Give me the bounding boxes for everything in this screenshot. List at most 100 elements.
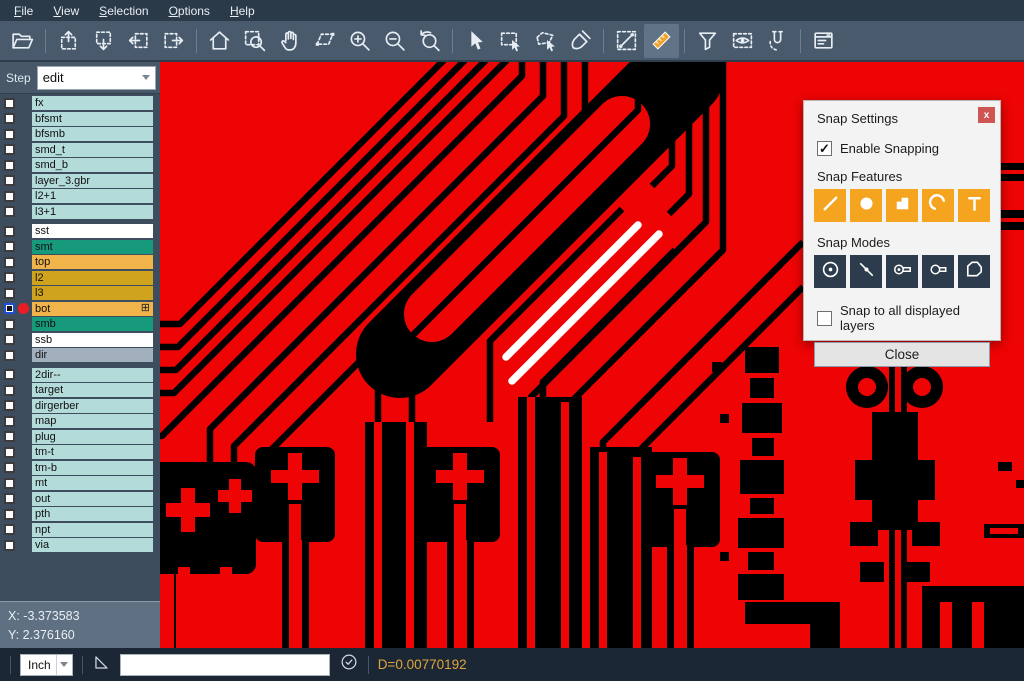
layer-label[interactable]: smd_b [32,158,153,172]
layer-row-l2[interactable]: l2 [0,271,160,285]
menu-view[interactable]: View [43,1,89,20]
step-select[interactable]: edit [37,66,156,90]
layer-row-smt[interactable]: smt [0,240,160,254]
check-circle-icon[interactable] [339,652,359,677]
layer-checkbox[interactable] [4,303,15,314]
layer-label[interactable]: pth [32,507,153,521]
filter-button[interactable] [690,24,725,58]
layer-row-dir[interactable]: dir [0,348,160,362]
layer-row-mt[interactable]: mt [0,476,160,490]
layer-checkbox[interactable] [4,350,15,361]
snap-circle-button[interactable] [850,189,882,222]
select-polygon-button[interactable] [528,24,563,58]
layer-checkbox[interactable] [4,431,15,442]
layer-checkbox[interactable] [4,257,15,268]
menu-selection[interactable]: Selection [89,1,158,20]
pan-right-button[interactable] [156,24,191,58]
layer-row-bot[interactable]: bot⊞ [0,302,160,316]
zoom-polygon-button[interactable] [307,24,342,58]
layer-checkbox[interactable] [4,206,15,217]
layer-checkbox[interactable] [4,241,15,252]
grid-icon[interactable]: ⊞ [141,303,150,314]
close-button[interactable]: Close [814,342,990,367]
layer-label[interactable]: 2dir-- [32,368,153,382]
layer-row-tm-t[interactable]: tm-t [0,445,160,459]
layer-checkbox[interactable] [4,540,15,551]
home-button[interactable] [202,24,237,58]
layer-label[interactable]: smb [32,317,153,331]
snap-button[interactable] [760,24,795,58]
layer-row-top[interactable]: top [0,255,160,269]
layer-label[interactable]: l3 [32,286,153,300]
layer-label[interactable]: out [32,492,153,506]
menu-help[interactable]: Help [220,1,265,20]
layer-checkbox[interactable] [4,175,15,186]
pan-down-button[interactable] [86,24,121,58]
layer-row-smd_t[interactable]: smd_t [0,143,160,157]
layer-label[interactable]: map [32,414,153,428]
layer-label[interactable]: l2 [32,271,153,285]
close-icon[interactable]: x [978,107,995,123]
pan-hand-button[interactable] [272,24,307,58]
snap-all-layers-row[interactable]: Snap to all displayed layers [817,303,987,333]
layer-checkbox[interactable] [4,319,15,330]
pan-left-button[interactable] [121,24,156,58]
select-rectangle-button[interactable] [493,24,528,58]
zoom-in-button[interactable] [342,24,377,58]
menu-file[interactable]: File [4,1,43,20]
layer-label[interactable]: l2+1 [32,189,153,203]
layer-checkbox[interactable] [4,113,15,124]
measure-button[interactable] [609,24,644,58]
layer-label[interactable]: dirgerber [32,399,153,413]
view-options-button[interactable] [725,24,760,58]
zoom-previous-button[interactable] [412,24,447,58]
layer-checkbox[interactable] [4,509,15,520]
layer-checkbox[interactable] [4,226,15,237]
snap-surface-button[interactable] [886,189,918,222]
layer-row-out[interactable]: out [0,492,160,506]
layer-row-ssb[interactable]: ssb [0,333,160,347]
snap-arc-button[interactable] [922,189,954,222]
layer-row-plug[interactable]: plug [0,430,160,444]
layer-label[interactable]: bfsmb [32,127,153,141]
mode-center-button[interactable] [814,255,846,288]
layer-checkbox[interactable] [4,447,15,458]
zoom-out-button[interactable] [377,24,412,58]
layer-checkbox[interactable] [4,524,15,535]
layer-checkbox[interactable] [4,493,15,504]
layer-checkbox[interactable] [4,272,15,283]
layer-checkbox[interactable] [4,334,15,345]
layer-label[interactable]: sst [32,224,153,238]
layer-row-dirgerber[interactable]: dirgerber [0,399,160,413]
mode-pad-origin-button[interactable] [886,255,918,288]
layer-label[interactable]: dir [32,348,153,362]
layer-row-bfsmb[interactable]: bfsmb [0,127,160,141]
layer-checkbox[interactable] [4,144,15,155]
layer-row-pth[interactable]: pth [0,507,160,521]
layer-row-target[interactable]: target [0,383,160,397]
layer-row-sst[interactable]: sst [0,224,160,238]
dialog-titlebar[interactable]: Snap Settings x [804,101,1000,126]
command-input[interactable] [120,654,330,676]
layer-row-l3[interactable]: l3 [0,286,160,300]
angle-icon[interactable] [92,653,111,677]
layer-row-bfsmt[interactable]: bfsmt [0,112,160,126]
layer-row-via[interactable]: via [0,538,160,552]
snap-text-button[interactable] [958,189,990,222]
open-button[interactable] [5,24,40,58]
layer-label[interactable]: smt [32,240,153,254]
layer-label[interactable]: bot⊞ [32,302,153,316]
layer-checkbox[interactable] [4,129,15,140]
layer-checkbox[interactable] [4,98,15,109]
layer-label[interactable]: layer_3.gbr [32,174,153,188]
layer-row-l3+1[interactable]: l3+1 [0,205,160,219]
layer-label[interactable]: plug [32,430,153,444]
unit-select[interactable]: Inch [20,654,73,676]
mode-midpoint-button[interactable] [850,255,882,288]
select-button[interactable] [458,24,493,58]
layer-label[interactable]: mt [32,476,153,490]
layer-label[interactable]: fx [32,96,153,110]
layer-row-smb[interactable]: smb [0,317,160,331]
layer-label[interactable]: top [32,255,153,269]
layer-checkbox[interactable] [4,191,15,202]
